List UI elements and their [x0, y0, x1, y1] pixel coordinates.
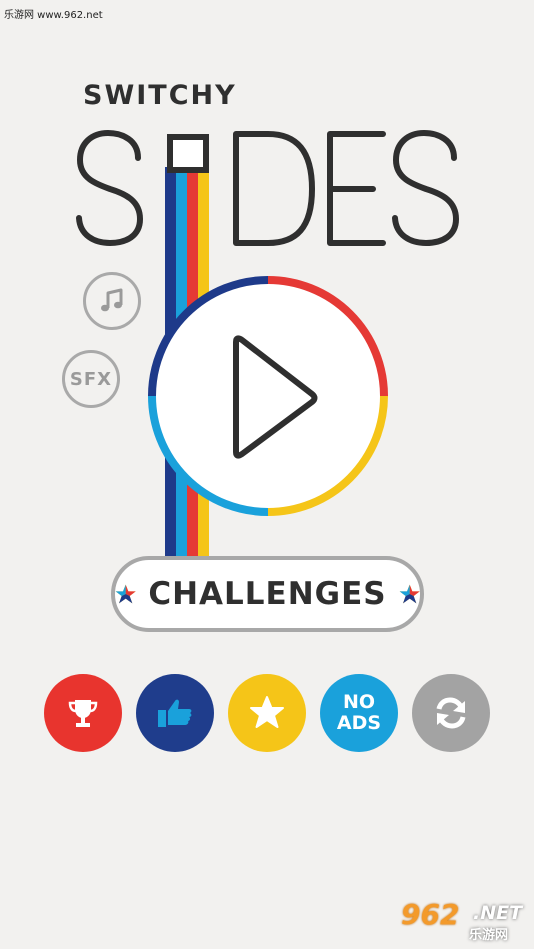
music-toggle-button[interactable] — [83, 272, 141, 330]
play-button[interactable] — [144, 272, 392, 520]
tricolor-star-icon — [399, 584, 420, 604]
title-letter-s1 — [76, 130, 143, 246]
sfx-label: SFX — [69, 368, 113, 390]
game-title — [76, 130, 459, 246]
restore-button[interactable] — [412, 674, 490, 752]
tricolor-star-icon — [115, 584, 136, 604]
refresh-icon — [436, 697, 466, 729]
star-icon — [250, 696, 284, 728]
no-ads-button[interactable]: NO ADS — [320, 674, 398, 752]
title-letter-e — [327, 131, 386, 246]
watermark-logo: 962 .NET 乐游网 — [401, 898, 523, 943]
leaderboard-button[interactable] — [44, 674, 122, 752]
title-letter-s2 — [392, 130, 459, 246]
rate-button[interactable] — [228, 674, 306, 752]
title-letter-d — [233, 131, 315, 246]
thumbs-up-icon — [158, 699, 192, 727]
sfx-toggle-button[interactable]: SFX — [62, 350, 120, 408]
challenges-label: CHALLENGES — [148, 576, 387, 612]
no-ads-label: NO ADS — [336, 691, 382, 734]
title-i-square — [167, 134, 209, 173]
like-button[interactable] — [136, 674, 214, 752]
trophy-icon — [68, 700, 98, 727]
challenges-button[interactable]: CHALLENGES — [111, 556, 424, 632]
music-note-icon — [101, 288, 123, 312]
